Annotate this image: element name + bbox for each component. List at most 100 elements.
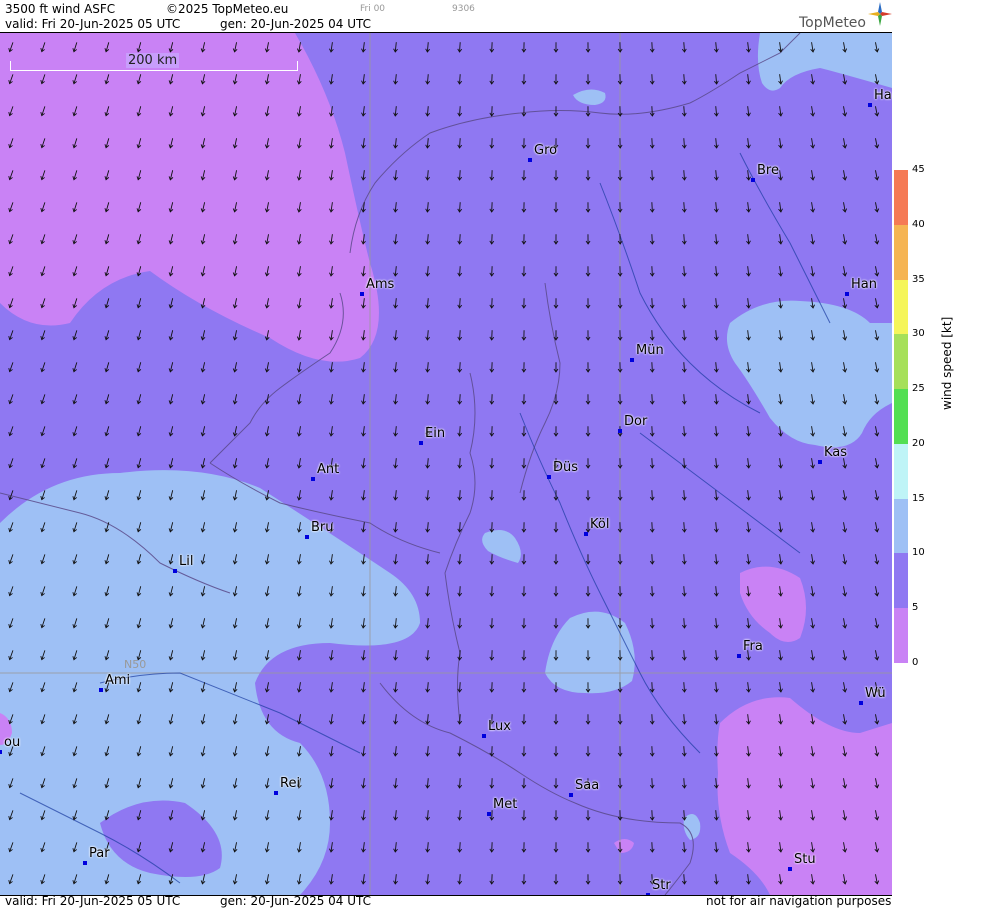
- city-label: Bre: [757, 163, 779, 178]
- city-label: Ami: [105, 673, 131, 688]
- scale-label: 200 km: [126, 53, 180, 68]
- wind-arrow: [651, 170, 653, 181]
- city-dot: [547, 475, 551, 479]
- legend-tick: 25: [912, 383, 925, 395]
- city-label: Dor: [624, 414, 648, 429]
- wind-arrow: [651, 778, 653, 789]
- wind-arrow: [651, 362, 653, 373]
- legend-swatch: [894, 224, 908, 280]
- city-label: Gro: [534, 143, 558, 158]
- city-dot: [737, 654, 741, 658]
- city-label: Fra: [743, 639, 763, 654]
- legend-swatch: [894, 608, 908, 663]
- city-dot: [83, 861, 87, 865]
- city-label: Wü: [865, 686, 886, 701]
- wind-arrow: [651, 810, 653, 821]
- city-dot: [788, 867, 792, 871]
- wind-arrow: [651, 554, 653, 565]
- city-label: Düs: [553, 460, 579, 475]
- wind-arrow: [651, 714, 653, 725]
- compass-star-icon: [868, 2, 892, 26]
- legend-tick: 20: [912, 437, 925, 449]
- wind-arrow: [651, 138, 653, 149]
- city-label: Str: [652, 878, 671, 893]
- city-dot: [311, 477, 315, 481]
- copyright: ©2025 TopMeteo.eu: [166, 2, 289, 16]
- city-dot: [482, 734, 486, 738]
- legend-tick: 5: [912, 602, 919, 614]
- wind-arrow: [651, 682, 653, 693]
- city-label: ou: [4, 735, 21, 750]
- city-dot: [305, 535, 309, 539]
- wind-arrow: [651, 490, 653, 501]
- city-label: Ant: [317, 462, 340, 477]
- wind-arrow: [651, 746, 653, 757]
- generated-time: gen: 20-Jun-2025 04 UTC: [220, 17, 372, 31]
- wind-arrow: [651, 842, 653, 853]
- city-dot: [419, 441, 423, 445]
- wind-arrow: [651, 522, 653, 533]
- city-label: Met: [493, 797, 518, 812]
- wind-arrow: [651, 426, 653, 437]
- wind-arrow: [651, 330, 653, 341]
- wind-arrow: [651, 298, 653, 309]
- city-dot: [99, 688, 103, 692]
- city-label: Bru: [311, 520, 334, 535]
- wind-map[interactable]: 200 km N50 Ha Gro Bre Ams Han Mün Ein Dor Kas Ant…: [0, 32, 892, 896]
- footer-valid-time: valid: Fri 20-Jun-2025 05 UTC: [5, 894, 181, 908]
- city-dot: [646, 893, 650, 895]
- city-dot: [868, 103, 872, 107]
- city-label: Stu: [794, 852, 816, 867]
- product-title: 3500 ft wind ASFC: [5, 2, 116, 16]
- legend-swatch: [894, 443, 908, 499]
- city-dot: [859, 701, 863, 705]
- wind-arrow: [651, 74, 653, 85]
- city-dot: [0, 750, 2, 754]
- city-label: Rei: [280, 776, 301, 791]
- legend-swatch: [894, 498, 908, 554]
- wind-arrow: [651, 234, 653, 245]
- wind-speed-legend: [894, 170, 908, 663]
- city-dot: [584, 532, 588, 536]
- city-dot: [274, 791, 278, 795]
- city-dot: [630, 358, 634, 362]
- city-label: Lux: [488, 719, 511, 734]
- lat-label: N50: [124, 658, 147, 671]
- legend-swatch: [894, 553, 908, 609]
- topmeteo-logo[interactable]: TopMeteo: [799, 15, 866, 31]
- legend-tick: 45: [912, 164, 925, 175]
- city-dot: [818, 460, 822, 464]
- city-dot: [528, 158, 532, 162]
- city-label: Ein: [425, 426, 446, 441]
- wind-arrow: [651, 42, 653, 53]
- city-dot: [569, 793, 573, 797]
- city-dot: [618, 429, 622, 433]
- city-label: Ams: [366, 277, 395, 292]
- wind-arrow: [651, 106, 653, 117]
- city-label: Kas: [824, 445, 848, 460]
- wind-arrow: [651, 650, 653, 661]
- city-label: Ha: [874, 88, 892, 103]
- legend-title: wind speed [kt]: [940, 316, 954, 410]
- legend-tick: 30: [912, 328, 925, 340]
- code-label: 9306: [452, 4, 475, 14]
- legend-swatch: [894, 279, 908, 335]
- legend-swatch: [894, 334, 908, 390]
- wind-arrow: [651, 202, 653, 213]
- run-label: Fri 00: [360, 4, 386, 14]
- city-label: Mün: [636, 343, 664, 358]
- wind-arrow: [651, 266, 653, 277]
- legend-tick: 40: [912, 218, 925, 230]
- legend-tick: 15: [912, 492, 925, 504]
- valid-time: valid: Fri 20-Jun-2025 05 UTC: [5, 17, 181, 31]
- wind-arrow: [651, 458, 653, 469]
- city-label: Saa: [575, 778, 600, 793]
- city-label: Köl: [590, 517, 610, 532]
- footer-disclaimer: not for air navigation purposes: [706, 894, 892, 908]
- legend-swatch: [894, 170, 908, 225]
- legend-tick: 0: [912, 657, 919, 668]
- city-label: Par: [89, 846, 110, 861]
- city-dot: [487, 812, 491, 816]
- city-dot: [751, 178, 755, 182]
- city-dot: [845, 292, 849, 296]
